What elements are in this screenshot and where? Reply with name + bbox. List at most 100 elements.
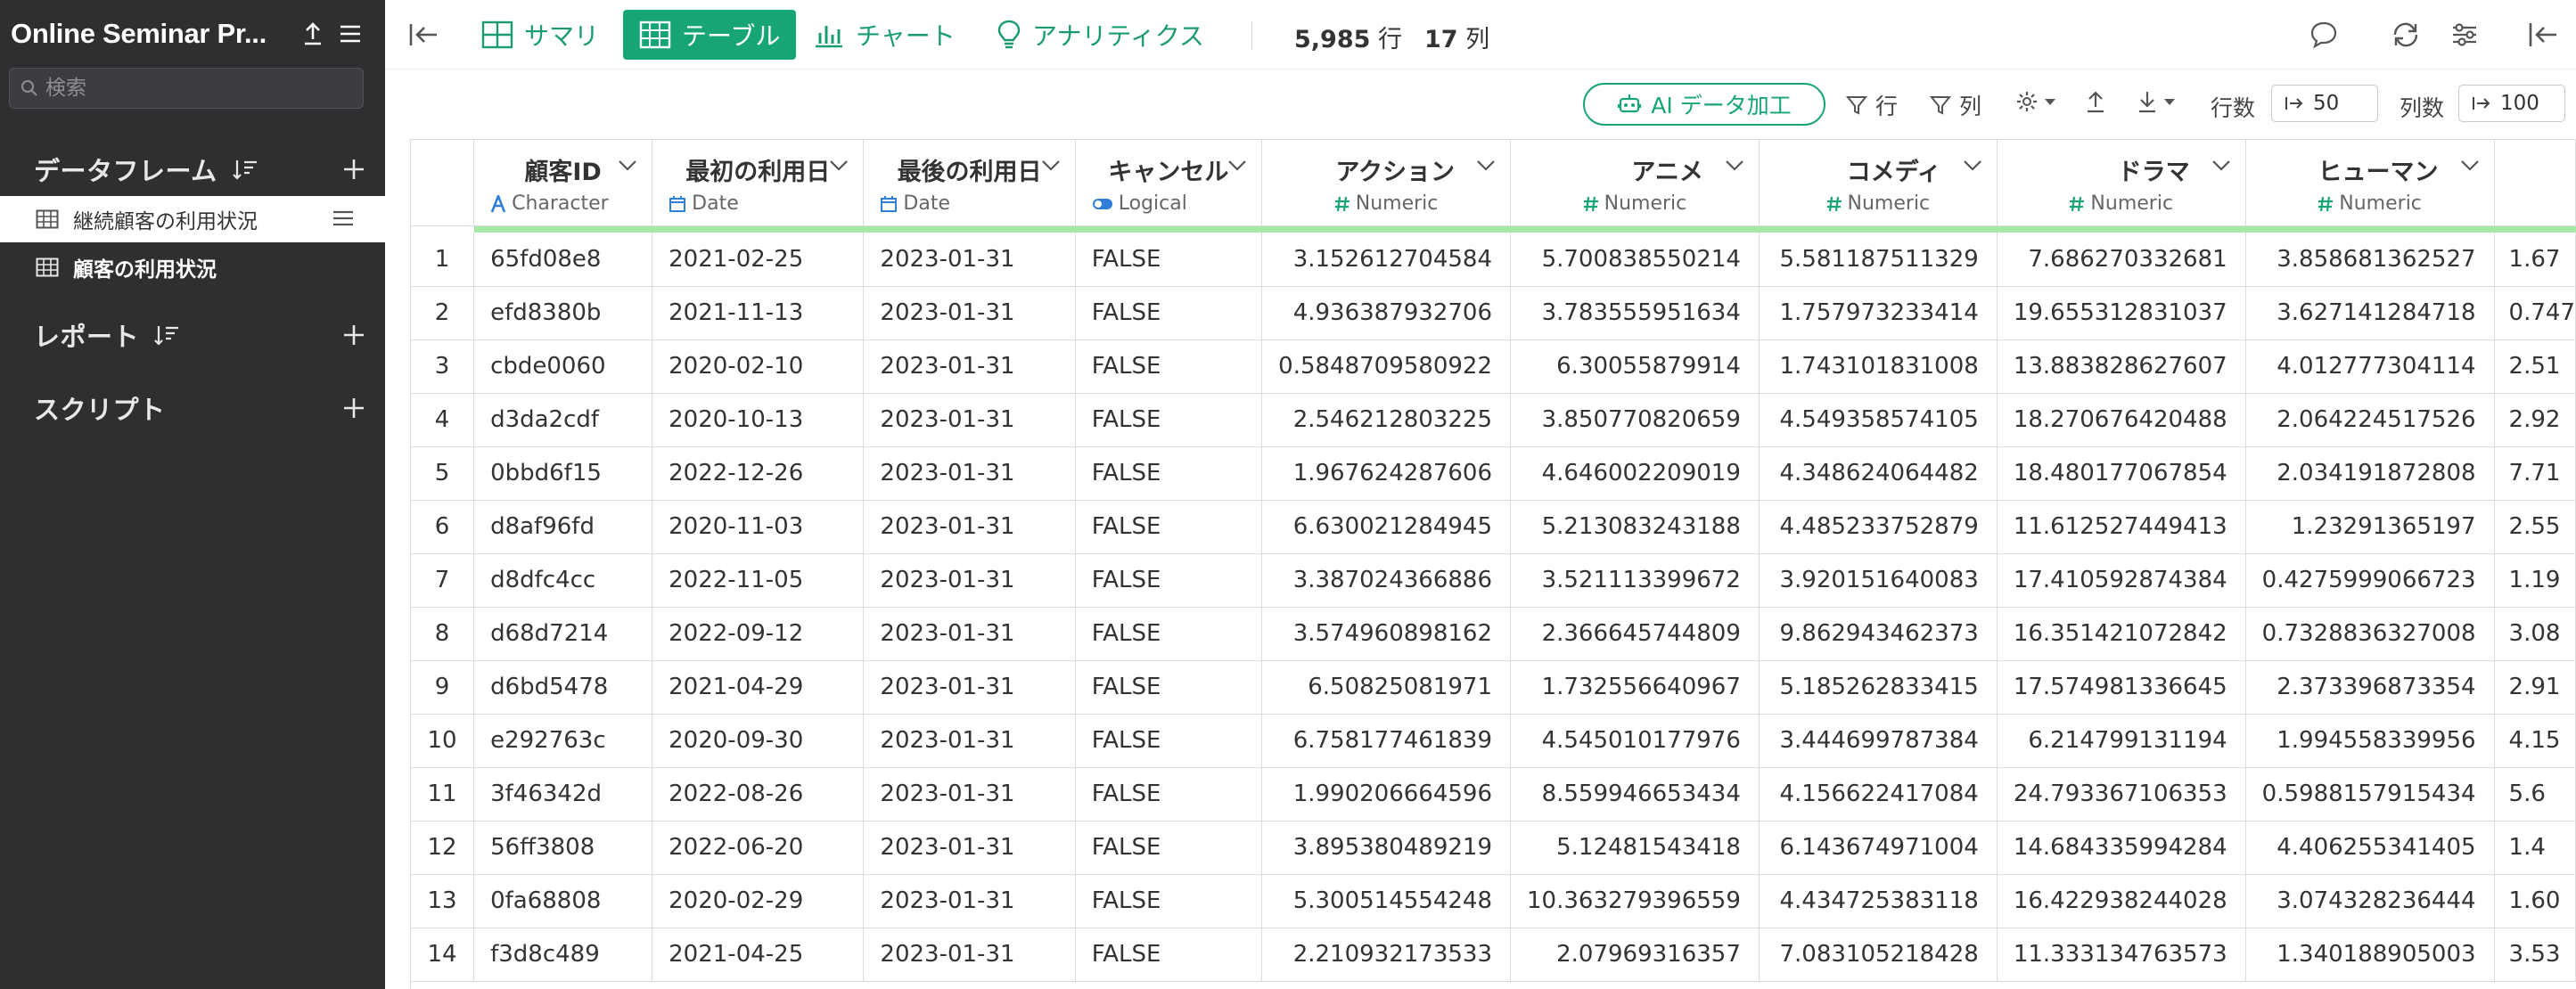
table-cell[interactable]: 1.757973233414	[1759, 286, 1998, 340]
sort-icon[interactable]	[153, 323, 180, 347]
table-cell[interactable]: 1.967624287606	[1261, 446, 1512, 501]
table-cell[interactable]: FALSE	[1075, 607, 1263, 661]
table-cell[interactable]: 2020-02-29	[652, 874, 865, 928]
table-cell[interactable]: FALSE	[1075, 339, 1263, 394]
table-cell[interactable]: 2023-01-31	[863, 446, 1076, 501]
table-cell[interactable]: 6.143674971004	[1759, 821, 1998, 875]
table-cell[interactable]: 2022-12-26	[652, 446, 865, 501]
table-cell[interactable]: 11.333134763573	[1997, 928, 2246, 982]
table-cell[interactable]: 2.91	[2494, 660, 2576, 715]
upload-icon[interactable]	[294, 15, 332, 53]
table-row[interactable]: 8 d68d7214 2022-09-12 2023-01-31 FALSE 3.5749…	[411, 607, 2576, 661]
table-cell[interactable]: 6.30055879914	[1510, 339, 1760, 394]
table-cell[interactable]: 4.012777304114	[2245, 339, 2495, 394]
table-cell[interactable]: 2023-01-31	[863, 660, 1076, 715]
table-cell[interactable]: 65fd08e8	[473, 233, 653, 287]
table-cell[interactable]: 2022-08-26	[652, 767, 865, 821]
table-cell[interactable]: 0.4275999066723	[2245, 553, 2495, 608]
chevron-down-icon[interactable]	[618, 159, 637, 172]
table-cell[interactable]: 2.034191872808	[2245, 446, 2495, 501]
table-cell[interactable]: f3d8c489	[473, 928, 653, 982]
table-cell[interactable]: 9.862943462373	[1759, 607, 1998, 661]
table-cell[interactable]: d8dfc4cc	[473, 553, 653, 608]
table-cell[interactable]: 2.546212803225	[1261, 393, 1512, 447]
table-cell[interactable]: 2022-09-12	[652, 607, 865, 661]
table-cell[interactable]: 4.156622417084	[1759, 767, 1998, 821]
chevron-down-icon[interactable]	[2211, 159, 2231, 172]
table-cell[interactable]: 2023-01-31	[863, 767, 1076, 821]
tab-analytics[interactable]: アナリティクス	[997, 10, 1204, 60]
export-button[interactable]	[2084, 89, 2107, 114]
table-cell[interactable]: cbde0060	[473, 339, 653, 394]
column-header-human[interactable]: ヒューマン Numeric	[2245, 140, 2495, 226]
item-menu-icon[interactable]	[332, 208, 355, 229]
collapse-right-icon[interactable]	[2528, 20, 2558, 50]
table-cell[interactable]: 19.655312831037	[1997, 286, 2246, 340]
table-cell[interactable]: 0.747	[2494, 286, 2576, 340]
add-script-button[interactable]	[339, 393, 369, 423]
table-cell[interactable]: 7.686270332681	[1997, 233, 2246, 287]
table-row[interactable]: 2 efd8380b 2021-11-13 2023-01-31 FALSE 4.9363…	[411, 286, 2576, 340]
table-cell[interactable]: 1.23291365197	[2245, 500, 2495, 554]
chevron-down-icon[interactable]	[1725, 159, 1744, 172]
project-title[interactable]: Online Seminar Pr...	[11, 18, 287, 50]
table-cell[interactable]: 2023-01-31	[863, 233, 1076, 287]
menu-icon[interactable]	[332, 15, 369, 53]
table-cell[interactable]: 3.387024366886	[1261, 553, 1512, 608]
table-cell[interactable]: FALSE	[1075, 714, 1263, 768]
table-cell[interactable]: 13.883828627607	[1997, 339, 2246, 394]
table-cell[interactable]: 4.485233752879	[1759, 500, 1998, 554]
table-cell[interactable]: 3.08	[2494, 607, 2576, 661]
table-cell[interactable]: 0.5848709580922	[1261, 339, 1512, 394]
table-cell[interactable]: 1.19	[2494, 553, 2576, 608]
table-cell[interactable]: FALSE	[1075, 286, 1263, 340]
cols-input[interactable]: 100	[2458, 85, 2565, 122]
col-filter-button[interactable]: 列	[1929, 89, 1981, 121]
table-row[interactable]: 3 cbde0060 2020-02-10 2023-01-31 FALSE 0.5848…	[411, 339, 2576, 394]
table-cell[interactable]: 7.71	[2494, 446, 2576, 501]
table-cell[interactable]: 2021-11-13	[652, 286, 865, 340]
table-cell[interactable]: 6.630021284945	[1261, 500, 1512, 554]
comment-icon[interactable]	[2309, 20, 2339, 50]
chevron-down-icon[interactable]	[1041, 159, 1061, 172]
chevron-down-icon[interactable]	[829, 159, 849, 172]
chevron-down-icon[interactable]	[1227, 159, 1247, 172]
sidebar-item-dataframe-customers[interactable]: 顧客の利用状況	[0, 244, 385, 290]
table-cell[interactable]: 1.990206664596	[1261, 767, 1512, 821]
table-cell[interactable]: FALSE	[1075, 500, 1263, 554]
table-cell[interactable]: 11.612527449413	[1997, 500, 2246, 554]
table-cell[interactable]: 2022-11-05	[652, 553, 865, 608]
data-table-viewport[interactable]: 顧客ID Character 最初の利用日 Date 最後の利用日 Date キ…	[410, 139, 2576, 989]
table-cell[interactable]: 2023-01-31	[863, 393, 1076, 447]
table-cell[interactable]: 6.758177461839	[1261, 714, 1512, 768]
table-cell[interactable]: 16.422938244028	[1997, 874, 2246, 928]
table-cell[interactable]: 1.732556640967	[1510, 660, 1760, 715]
table-cell[interactable]: 3.521113399672	[1510, 553, 1760, 608]
table-cell[interactable]: 3.895380489219	[1261, 821, 1512, 875]
table-cell[interactable]: 2023-01-31	[863, 339, 1076, 394]
table-cell[interactable]: 2.210932173533	[1261, 928, 1512, 982]
table-cell[interactable]: 4.348624064482	[1759, 446, 1998, 501]
table-cell[interactable]: FALSE	[1075, 233, 1263, 287]
table-cell[interactable]: FALSE	[1075, 660, 1263, 715]
table-cell[interactable]: 3.920151640083	[1759, 553, 1998, 608]
table-cell[interactable]: 2023-01-31	[863, 286, 1076, 340]
table-row[interactable]: 12 56ff3808 2022-06-20 2023-01-31 FALSE 3.895…	[411, 821, 2576, 875]
table-cell[interactable]: 16.351421072842	[1997, 607, 2246, 661]
table-cell[interactable]: 5.12481543418	[1510, 821, 1760, 875]
table-cell[interactable]: 17.574981336645	[1997, 660, 2246, 715]
table-cell[interactable]: 0bbd6f15	[473, 446, 653, 501]
table-cell[interactable]: 8.559946653434	[1510, 767, 1760, 821]
table-cell[interactable]: 3.858681362527	[2245, 233, 2495, 287]
table-cell[interactable]: FALSE	[1075, 928, 1263, 982]
table-row[interactable]: 13 0fa68808 2020-02-29 2023-01-31 FALSE 5.300…	[411, 874, 2576, 928]
table-row[interactable]: 11 3f46342d 2022-08-26 2023-01-31 FALSE 1.990…	[411, 767, 2576, 821]
table-cell[interactable]: 5.213083243188	[1510, 500, 1760, 554]
table-cell[interactable]: 2021-02-25	[652, 233, 865, 287]
table-cell[interactable]: 2020-10-13	[652, 393, 865, 447]
table-cell[interactable]: 0fa68808	[473, 874, 653, 928]
sidebar-item-dataframe-continuing[interactable]: 継続顧客の利用状況	[0, 196, 385, 242]
table-cell[interactable]: 2023-01-31	[863, 607, 1076, 661]
table-cell[interactable]: 3.627141284718	[2245, 286, 2495, 340]
table-cell[interactable]: 2.07969316357	[1510, 928, 1760, 982]
